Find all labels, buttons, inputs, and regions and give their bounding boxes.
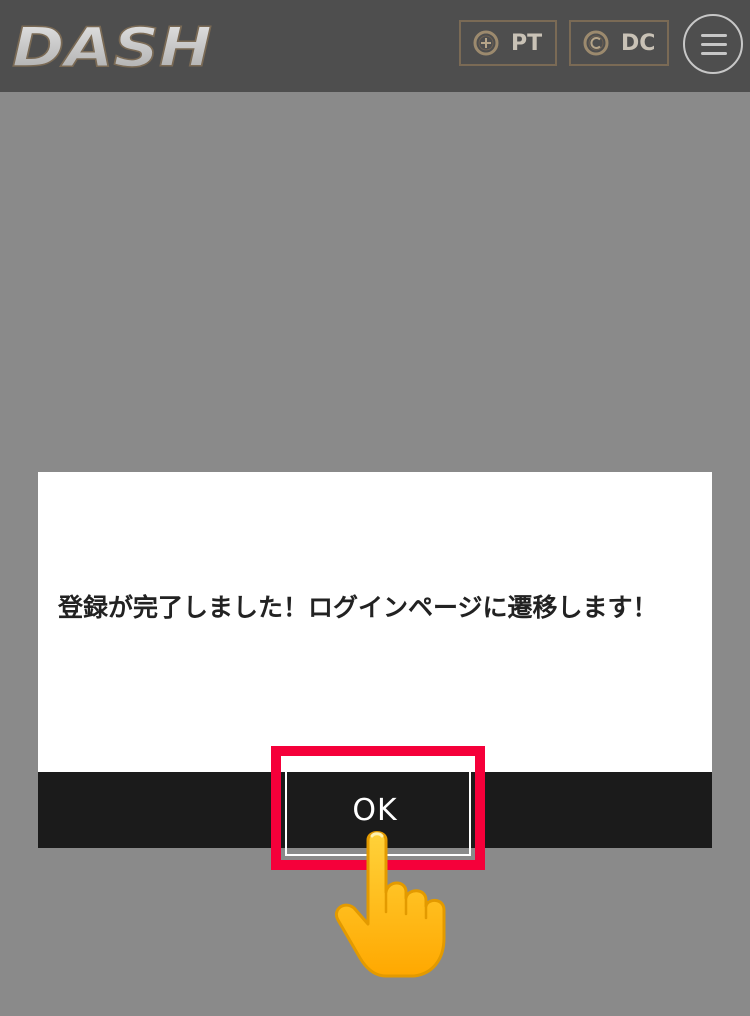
app-header: DASH PT DC bbox=[0, 0, 750, 92]
c-coin-icon bbox=[583, 30, 609, 56]
dc-coins-button[interactable]: DC bbox=[569, 20, 669, 66]
pointing-hand-icon bbox=[335, 831, 446, 978]
pt-label: PT bbox=[511, 30, 543, 56]
dialog-message: 登録が完了しました！ログインページに遷移します！ bbox=[58, 593, 658, 622]
dash-logo[interactable]: DASH bbox=[10, 14, 220, 76]
logo-text: DASH bbox=[12, 16, 212, 76]
dc-label: DC bbox=[621, 30, 656, 56]
hamburger-menu-button[interactable] bbox=[683, 14, 743, 74]
hamburger-menu-icon bbox=[701, 34, 727, 37]
pt-points-button[interactable]: PT bbox=[459, 20, 557, 66]
plus-coin-icon bbox=[473, 30, 499, 56]
page: DASH PT DC 登録が完了しました！ログインページに遷移します！ OK bbox=[0, 0, 750, 1016]
